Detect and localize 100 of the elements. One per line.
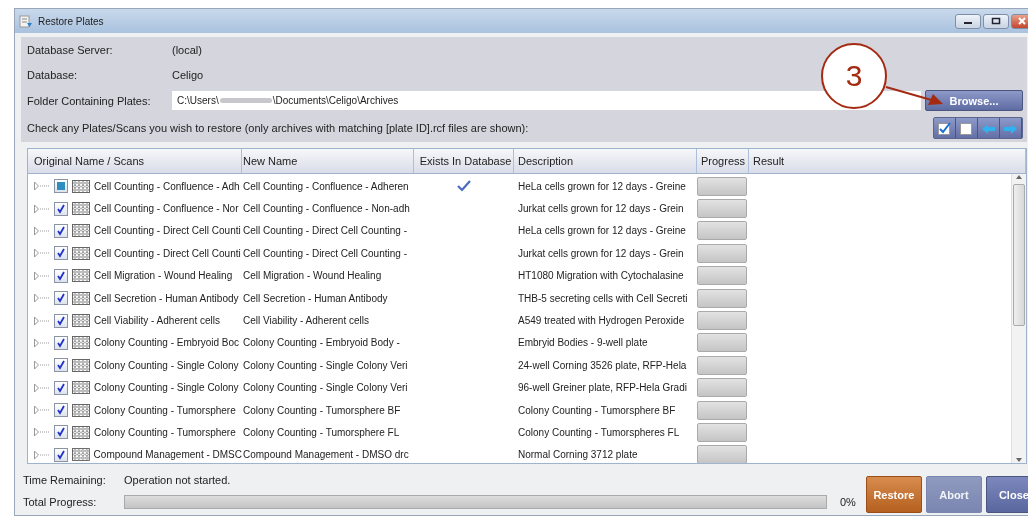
close-icon <box>1017 17 1027 25</box>
table-cell: Compound Management - DMSC <box>93 449 242 461</box>
table-cell: Cell Migration - Wound Healing <box>94 270 233 282</box>
maximize-button[interactable] <box>983 13 1009 29</box>
checkbox[interactable] <box>53 447 68 462</box>
expander-icon[interactable] <box>34 181 50 192</box>
checkbox[interactable] <box>54 291 68 306</box>
scrollbar[interactable] <box>1011 174 1026 463</box>
table-cell: Colony Counting - Single Colony <box>94 359 239 371</box>
table-cell: Cell Secretion - Human Antibody <box>94 292 239 304</box>
field-label: Folder Containing Plates: <box>27 94 152 107</box>
table-cell-text: Colony Counting - Embryoid Body - <box>242 337 401 349</box>
column-header[interactable]: Progress <box>697 149 749 173</box>
column-header[interactable]: Exists In Database <box>414 149 514 173</box>
plate-icon <box>72 246 90 260</box>
progress-bar <box>697 311 747 331</box>
app-icon <box>19 14 33 28</box>
close-button[interactable] <box>1011 13 1028 29</box>
progress-bar <box>697 243 747 263</box>
uncheck-all-button[interactable] <box>956 118 978 138</box>
table-cell-text: Embryid Bodies - 9-well plate <box>517 337 649 349</box>
table-cell: Colony Counting - Single Colony <box>94 382 239 394</box>
field-label: Database Server: <box>27 43 114 56</box>
table-cell-text: Cell Counting - Confluence - Non-adh <box>242 203 411 215</box>
table-cell-text: Compound Management - DMSO drc <box>242 449 410 461</box>
progress-bar <box>697 176 747 196</box>
status-text: Operation not started. <box>124 474 231 486</box>
progress-bar <box>697 355 747 375</box>
table-cell-text: Cell Counting - Direct Cell Counting - <box>242 247 408 259</box>
table-cell-text: Cell Viability - Adherent cells <box>242 315 370 327</box>
plate-icon <box>72 403 90 417</box>
column-header[interactable]: New Name <box>242 149 414 173</box>
window-title: Restore Plates <box>38 15 105 27</box>
progress-bar <box>697 400 747 420</box>
action-button[interactable]: Close <box>985 476 1028 513</box>
column-header[interactable]: Result <box>749 149 1026 173</box>
table-cell-text: Cell Migration - Wound Healing <box>242 270 383 282</box>
progress-bar <box>697 378 747 398</box>
table-cell-text: HeLa cells grown for 12 days - Greine <box>517 225 687 237</box>
table-cell-text: Colony Counting - Tumorsphere BF <box>517 404 677 416</box>
table-cell-text: THB-5 secreting cells with Cell Secreti <box>517 292 689 304</box>
uncheck-all-icon <box>959 120 974 136</box>
column-header[interactable]: Original Name / Scans <box>28 149 242 173</box>
plate-icon <box>72 358 90 372</box>
checkbox[interactable] <box>54 179 68 194</box>
table-cell-text: Cell Secretion - Human Antibody <box>242 292 389 304</box>
check-all-icon <box>937 120 952 136</box>
table-cell-text: HT1080 Migration with Cytochalasine <box>517 270 685 282</box>
browse-button[interactable]: Browse... <box>925 90 1023 111</box>
table-cell-text: Jurkat cells grown for 12 days - Grein <box>517 247 685 259</box>
checkbox[interactable] <box>54 380 68 395</box>
plate-icon <box>72 381 90 395</box>
minimize-button[interactable] <box>955 13 981 29</box>
progress-bar <box>697 288 747 308</box>
status-label: Total Progress: <box>23 496 98 508</box>
checkbox[interactable] <box>54 246 68 261</box>
table-cell: Colony Counting - Tumorsphere <box>94 427 236 438</box>
checkbox[interactable] <box>54 403 68 418</box>
plate-icon <box>72 426 90 439</box>
checkbox[interactable] <box>54 223 68 238</box>
table-cell-text: Cell Counting - Direct Cell Counting - <box>242 225 408 237</box>
table-cell: Cell Viability - Adherent cells <box>94 315 220 327</box>
checkbox[interactable] <box>54 201 68 216</box>
path-field[interactable]: C:\Users\ \Documents\Celigo\Archives <box>172 91 921 110</box>
plate-icon <box>72 224 90 238</box>
checkbox[interactable] <box>54 313 68 328</box>
table-cell: Cell Counting - Confluence - Nor <box>94 203 239 215</box>
table-cell-text: Normal Corning 3712 plate <box>517 449 639 461</box>
instruction-text: Check any Plates/Scans you wish to restore (only archives with matching [plate ID].rcf files are shown): <box>27 122 529 134</box>
table-cell-text: Jurkat cells grown for 12 days - Grein <box>517 203 685 215</box>
table-cell-text: 96-well Greiner plate, RFP-Hela Gradi <box>517 382 688 394</box>
checkbox[interactable] <box>54 335 68 350</box>
progress-bar <box>697 199 747 219</box>
progress-bar <box>697 445 747 463</box>
pointer-arrow <box>885 85 945 107</box>
status-label: Time Remaining: <box>23 474 107 486</box>
forward-button[interactable] <box>1000 118 1022 138</box>
progress-bar <box>697 423 747 442</box>
table-cell-text: Colony Counting - Tumorspheres FL <box>517 427 681 438</box>
check-all-button[interactable] <box>934 118 956 138</box>
plate-icon <box>72 314 90 328</box>
table-cell-text: Colony Counting - Single Colony Veri <box>242 359 409 371</box>
back-button[interactable] <box>978 118 1000 138</box>
progress-percent: 0% <box>840 496 856 508</box>
scroll-down-icon[interactable] <box>1015 457 1023 463</box>
table-cell: Cell Counting - Direct Cell Counti <box>94 247 241 259</box>
table-cell-text: Cell Counting - Confluence - Adheren <box>242 180 410 192</box>
table-cell-text: Colony Counting - Tumorsphere FL <box>242 427 401 438</box>
action-button[interactable]: Restore <box>865 476 922 513</box>
plate-icon <box>72 291 90 305</box>
checkbox[interactable] <box>54 358 68 373</box>
checkbox[interactable] <box>54 425 68 440</box>
table-cell-text: 24-well Corning 3526 plate, RFP-Hela <box>517 359 688 371</box>
field-value: (local) <box>172 43 202 56</box>
progress-bar <box>697 266 747 286</box>
table-cell: Colony Counting - Embryoid Boc <box>94 337 240 349</box>
table-cell: Cell Counting - Confluence - Adh <box>94 180 240 192</box>
field-value: Celigo <box>172 68 204 81</box>
column-header[interactable]: Description <box>514 149 697 173</box>
checkbox[interactable] <box>54 268 68 283</box>
